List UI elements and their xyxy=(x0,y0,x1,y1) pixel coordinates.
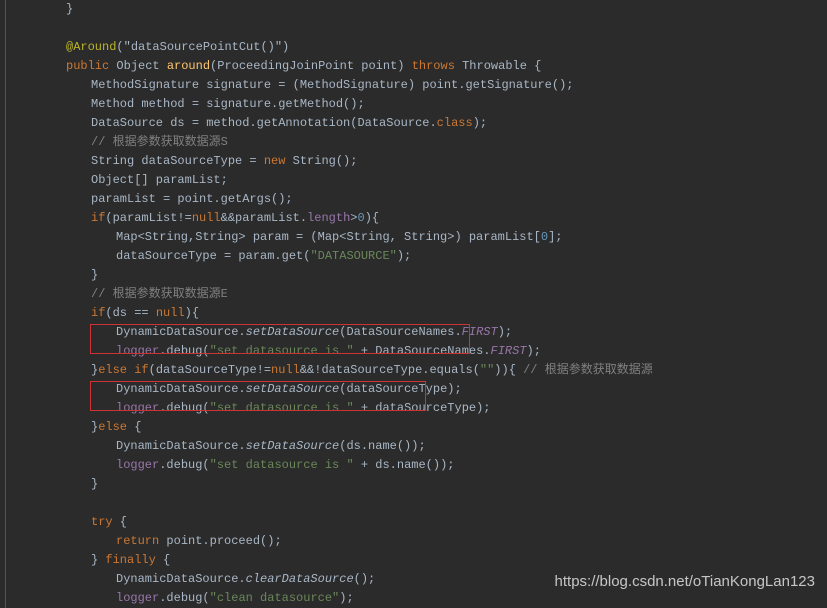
code-line: Method method = signature.getMethod(); xyxy=(36,95,827,114)
code-line: @Around("dataSourcePointCut()") xyxy=(36,38,827,57)
code-line: }else if(dataSourceType!=null&&!dataSour… xyxy=(36,361,827,380)
code-line: } xyxy=(36,475,827,494)
code-line: if(paramList!=null&&paramList.length>0){ xyxy=(36,209,827,228)
code-line: logger.debug("set datasource is " + ds.n… xyxy=(36,456,827,475)
code-editor: } @Around("dataSourcePointCut()") public… xyxy=(5,0,827,608)
code-line: // 根据参数获取数据源S xyxy=(36,133,827,152)
blank-line xyxy=(36,19,827,38)
code-line: DynamicDataSource.setDataSource(dataSour… xyxy=(36,380,827,399)
code-line: }else { xyxy=(36,418,827,437)
code-line: } xyxy=(36,0,827,19)
watermark-text: https://blog.csdn.net/oTianKongLan123 xyxy=(555,572,815,591)
code-line: return point.proceed(); xyxy=(36,532,827,551)
code-line: } xyxy=(36,266,827,285)
code-line: Map<String,String> param = (Map<String, … xyxy=(36,228,827,247)
code-line: DataSource ds = method.getAnnotation(Dat… xyxy=(36,114,827,133)
code-line: MethodSignature signature = (MethodSigna… xyxy=(36,76,827,95)
code-line: logger.debug("set datasource is " + Data… xyxy=(36,342,827,361)
blank-line xyxy=(36,494,827,513)
code-line: DynamicDataSource.setDataSource(ds.name(… xyxy=(36,437,827,456)
code-line: logger.debug("set datasource is " + data… xyxy=(36,399,827,418)
code-line: String dataSourceType = new String(); xyxy=(36,152,827,171)
code-line: dataSourceType = param.get("DATASOURCE")… xyxy=(36,247,827,266)
code-line: paramList = point.getArgs(); xyxy=(36,190,827,209)
code-line: if(ds == null){ xyxy=(36,304,827,323)
code-line: DynamicDataSource.setDataSource(DataSour… xyxy=(36,323,827,342)
code-line: // 根据参数获取数据源E xyxy=(36,285,827,304)
code-line: try { xyxy=(36,513,827,532)
code-line: Object[] paramList; xyxy=(36,171,827,190)
code-line: logger.debug("clean datasource"); xyxy=(36,589,827,608)
code-line: } finally { xyxy=(36,551,827,570)
code-line: public Object around(ProceedingJoinPoint… xyxy=(36,57,827,76)
